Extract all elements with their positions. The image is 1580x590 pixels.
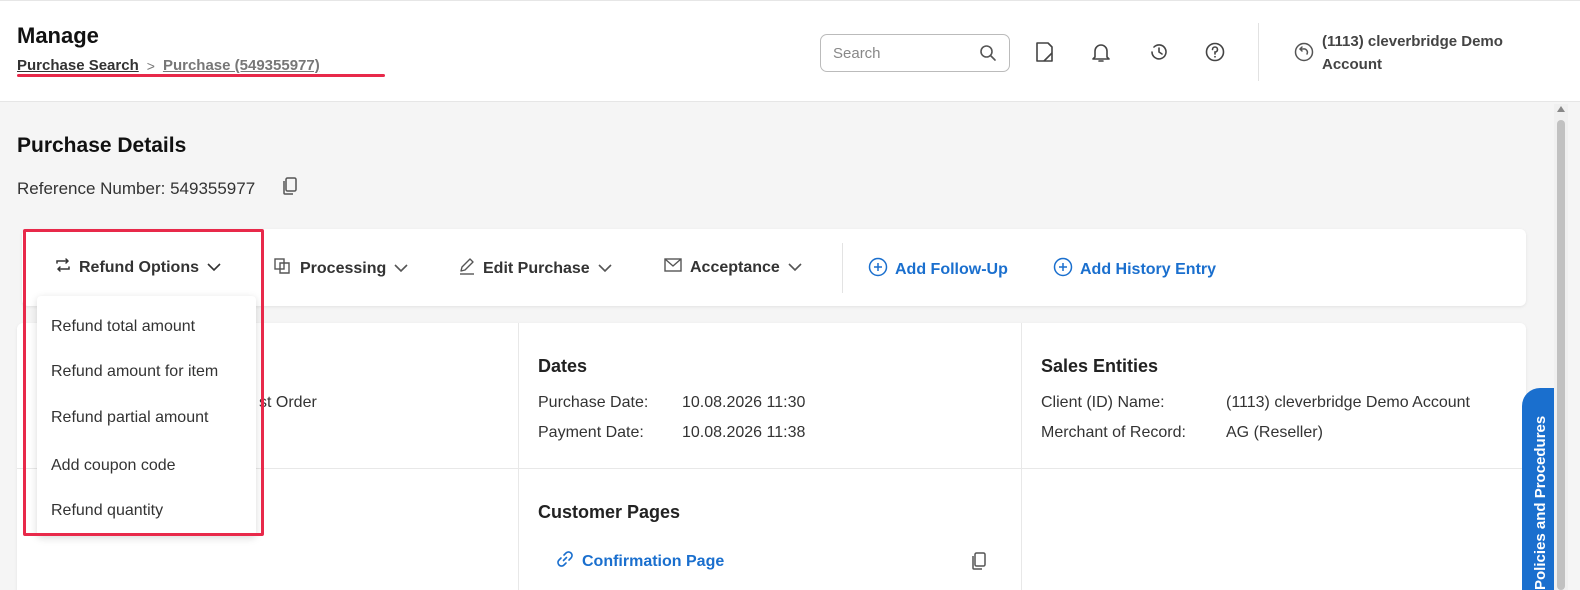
help-icon[interactable] [1204, 41, 1226, 63]
history-clock-icon[interactable] [1148, 41, 1170, 63]
plus-circle-icon [1053, 257, 1073, 282]
scrollbar-thumb[interactable] [1557, 120, 1565, 590]
add-follow-up-button[interactable]: Add Follow-Up [868, 257, 1008, 282]
switch-account-icon[interactable] [1294, 42, 1314, 67]
processing-label: Processing [300, 259, 387, 277]
toolbar-divider [842, 243, 843, 293]
breadcrumb-separator: > [146, 57, 155, 74]
client-value: (1113) cleverbridge Demo Account [1226, 394, 1470, 411]
add-history-entry-label: Add History Entry [1080, 260, 1217, 278]
pencil-icon [458, 257, 476, 280]
confirmation-page-label: Confirmation Page [582, 552, 725, 570]
order-type-partial-text: st Order [259, 394, 317, 411]
highlight-annotation-box [23, 229, 264, 536]
edit-purchase-button[interactable]: Edit Purchase [458, 257, 613, 280]
client-row: Client (ID) Name: (1113) cleverbridge De… [1041, 394, 1470, 412]
column-divider [1021, 323, 1022, 590]
sales-entities-heading: Sales Entities [1041, 356, 1159, 376]
plus-circle-icon [868, 257, 888, 282]
processing-icon [273, 257, 293, 280]
account-switcher[interactable]: (1113) cleverbridge Demo Account [1294, 30, 1542, 76]
acceptance-label: Acceptance [690, 258, 780, 276]
add-follow-up-label: Add Follow-Up [895, 260, 1008, 278]
top-header: Manage Purchase Search > Purchase (54935… [0, 0, 1580, 102]
bell-icon[interactable] [1090, 41, 1112, 63]
header-title: Manage [17, 23, 99, 48]
link-icon [556, 550, 574, 573]
breadcrumb-purchase-search-link[interactable]: Purchase Search [17, 57, 139, 74]
chevron-down-icon [787, 259, 803, 277]
copy-icon[interactable] [281, 176, 299, 201]
edit-purchase-label: Edit Purchase [483, 259, 590, 277]
notes-icon[interactable] [1033, 41, 1055, 63]
breadcrumb: Purchase Search > Purchase (549355977) [17, 57, 320, 74]
acceptance-button[interactable]: Acceptance [663, 257, 803, 278]
column-divider [518, 323, 519, 590]
reference-number: 549355977 [170, 178, 256, 198]
scroll-up-arrow-icon[interactable] [1557, 106, 1565, 112]
processing-button[interactable]: Processing [273, 257, 409, 280]
reference-label: Reference Number: [17, 178, 166, 198]
page-title: Purchase Details [17, 134, 187, 157]
purchase-date-value: 10.08.2026 11:30 [682, 394, 806, 411]
breadcrumb-current-purchase[interactable]: Purchase (549355977) [163, 57, 320, 74]
merchant-label: Merchant of Record: [1041, 424, 1186, 441]
breadcrumb-highlight-underline [17, 74, 385, 77]
envelope-icon [663, 257, 683, 278]
add-history-entry-button[interactable]: Add History Entry [1053, 257, 1216, 282]
policies-side-tab-label: Policies and Procedures [1532, 415, 1549, 590]
merchant-row: Merchant of Record: AG (Reseller) [1041, 424, 1323, 442]
customer-pages-heading: Customer Pages [538, 502, 681, 522]
purchase-date-row: Purchase Date: 10.08.2026 11:30 [538, 394, 805, 412]
chevron-down-icon [393, 260, 409, 278]
copy-icon[interactable] [970, 551, 988, 576]
payment-date-label: Payment Date: [538, 424, 644, 441]
merchant-value: AG (Reseller) [1226, 424, 1323, 441]
dates-heading: Dates [538, 356, 588, 376]
payment-date-row: Payment Date: 10.08.2026 11:38 [538, 424, 805, 442]
reference-number-line: Reference Number: 549355977 [17, 176, 299, 201]
payment-date-value: 10.08.2026 11:38 [682, 424, 806, 441]
client-label: Client (ID) Name: [1041, 394, 1165, 411]
header-divider [1258, 23, 1259, 81]
account-name[interactable]: (1113) cleverbridge Demo Account [1322, 30, 1542, 76]
purchase-date-label: Purchase Date: [538, 394, 649, 411]
search-box[interactable] [820, 34, 1010, 72]
chevron-down-icon [597, 260, 613, 278]
confirmation-page-link[interactable]: Confirmation Page [556, 550, 724, 573]
search-input[interactable] [833, 44, 973, 62]
search-icon[interactable] [979, 44, 997, 67]
